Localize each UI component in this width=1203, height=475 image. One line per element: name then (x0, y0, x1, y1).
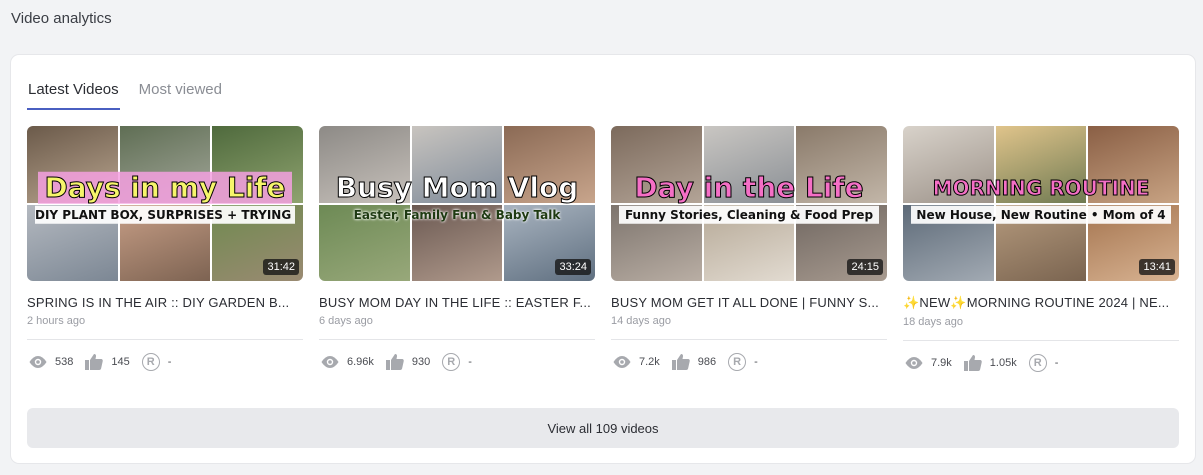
video-age: 6 days ago (319, 315, 373, 327)
video-duration: 31:42 (263, 259, 299, 275)
views-count: 7.9k (931, 357, 952, 369)
divider (27, 339, 303, 340)
video-title[interactable]: ✨NEW✨MORNING ROUTINE 2024 | NE... (903, 295, 1179, 311)
likes-count: 1.05k (989, 357, 1017, 369)
video-age: 14 days ago (611, 315, 671, 327)
revenue-icon: R (1027, 353, 1049, 373)
tab-latest-videos[interactable]: Latest Videos (27, 79, 120, 110)
revenue-value: - (167, 356, 172, 368)
eye-icon (903, 353, 925, 373)
views-count: 7.2k (639, 356, 660, 368)
video-card: Day in the Life Funny Stories, Cleaning … (611, 126, 887, 373)
divider (319, 339, 595, 340)
video-stats: 7.2k 986 R - (611, 352, 887, 372)
revenue-value: - (754, 356, 758, 368)
video-analytics-card: Latest Videos Most viewed Days in my Lif… (11, 55, 1195, 463)
video-duration: 24:15 (847, 259, 883, 275)
eye-icon (611, 352, 633, 372)
eye-icon (319, 352, 341, 372)
likes-count: 145 (111, 356, 130, 368)
thumbs-up-icon (83, 352, 105, 372)
video-stats: 6.96k 930 R - (319, 352, 595, 372)
likes-count: 986 (697, 356, 717, 368)
revenue-icon: R (140, 352, 162, 372)
page-title: Video analytics (11, 10, 112, 27)
video-title[interactable]: BUSY MOM DAY IN THE LIFE :: EASTER F... (319, 295, 595, 310)
video-title[interactable]: BUSY MOM GET IT ALL DONE | FUNNY S... (611, 295, 887, 310)
divider (611, 339, 887, 340)
likes-count: 930 (411, 356, 431, 368)
revenue-value: - (1054, 357, 1059, 369)
video-thumbnail[interactable]: Busy Mom Vlog Easter, Family Fun & Baby … (319, 126, 595, 281)
views-count: 538 (55, 356, 74, 368)
video-duration: 33:24 (555, 259, 591, 275)
thumbnail-image (611, 126, 887, 281)
eye-icon (27, 352, 49, 372)
video-card: Busy Mom Vlog Easter, Family Fun & Baby … (319, 126, 595, 373)
video-duration: 13:41 (1139, 259, 1175, 275)
thumbs-up-icon (670, 352, 692, 372)
tab-bar: Latest Videos Most viewed (27, 79, 241, 110)
video-card: Days in my Life DIY PLANT BOX, SURPRISES… (27, 126, 303, 373)
video-age: 18 days ago (903, 316, 963, 328)
thumbs-up-icon (962, 353, 984, 373)
divider (903, 340, 1179, 341)
thumbnail-image (903, 126, 1179, 281)
video-list: Days in my Life DIY PLANT BOX, SURPRISES… (27, 126, 1179, 373)
video-stats: 538 145 R - (27, 352, 303, 372)
view-all-videos-button[interactable]: View all 109 videos (27, 408, 1179, 448)
video-thumbnail[interactable]: Day in the Life Funny Stories, Cleaning … (611, 126, 887, 281)
video-age: 2 hours ago (27, 315, 86, 327)
thumbnail-image (27, 126, 303, 281)
video-thumbnail[interactable]: MORNING ROUTINE New House, New Routine •… (903, 126, 1179, 281)
video-title[interactable]: SPRING IS IN THE AIR :: DIY GARDEN B... (27, 295, 303, 310)
thumbs-up-icon (384, 352, 406, 372)
views-count: 6.96k (347, 356, 374, 368)
video-stats: 7.9k 1.05k R - (903, 353, 1179, 373)
video-card: MORNING ROUTINE New House, New Routine •… (903, 126, 1179, 373)
revenue-icon: R (440, 352, 462, 372)
thumbnail-image (319, 126, 595, 281)
tab-most-viewed[interactable]: Most viewed (138, 79, 223, 110)
video-thumbnail[interactable]: Days in my Life DIY PLANT BOX, SURPRISES… (27, 126, 303, 281)
revenue-icon: R (726, 352, 748, 372)
revenue-value: - (468, 356, 472, 368)
